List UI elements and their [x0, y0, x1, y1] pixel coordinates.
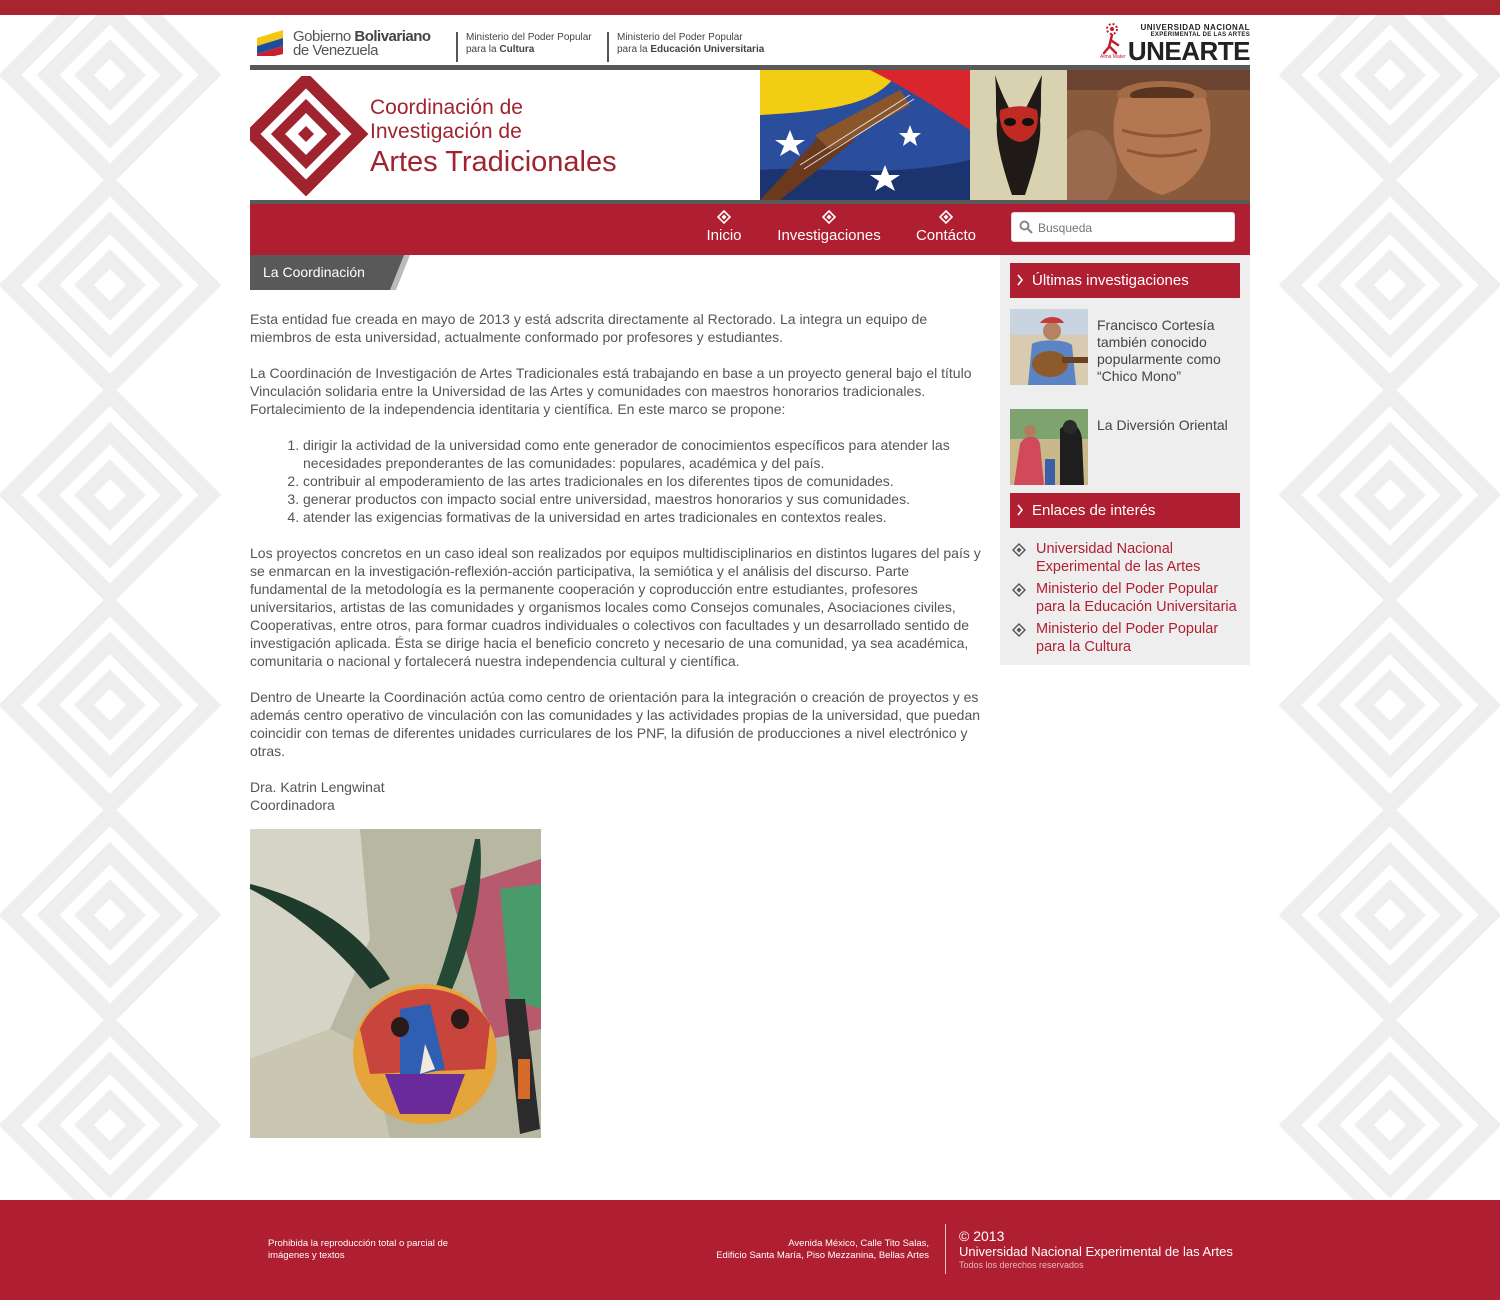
- paragraph-2: La Coordinación de Investigación de Arte…: [250, 365, 972, 417]
- gobierno-name: Gobierno Bolivariano de Venezuela: [293, 28, 431, 59]
- main-navigation: Inicio Investigaciones Contácto: [250, 204, 1250, 255]
- research-item[interactable]: La Diversión Oriental: [1010, 409, 1245, 485]
- right-diamond-pattern: [1250, 15, 1500, 1200]
- left-diamond-pattern: [0, 15, 250, 1200]
- diamond-icon: [822, 210, 836, 224]
- paragraph-3: Los proyectos concretos en un caso ideal…: [250, 545, 981, 669]
- research-item[interactable]: Francisco Cortesía también conocido popu…: [1010, 309, 1245, 385]
- search-input[interactable]: [1036, 217, 1230, 239]
- unearte-logo[interactable]: Alma Mater UNIVERSIDAD NACIONAL EXPERIME…: [1100, 21, 1251, 66]
- nav-label: Investigaciones: [777, 227, 881, 244]
- banner-photos: [760, 70, 1250, 200]
- painted-mask-photo: [250, 829, 541, 1138]
- address-line: Avenida México, Calle Tito Salas,: [788, 1238, 929, 1249]
- nav-item-inicio[interactable]: Inicio: [697, 210, 751, 245]
- diamond-icon: [939, 210, 953, 224]
- main-content: Esta entidad fue creada en mayo de 2013 …: [250, 310, 990, 814]
- unearte-wordmark: UNEARTE: [1127, 36, 1251, 66]
- list-item: atender las exigencias formativas de la …: [303, 508, 990, 526]
- objectives-list: dirigir la actividad de la universidad c…: [250, 436, 990, 526]
- footer-divider: [945, 1224, 946, 1274]
- sidebar-heading: Últimas investigaciones: [1032, 272, 1189, 289]
- address-line: Edificio Santa María, Piso Mezzanina, Be…: [716, 1250, 929, 1261]
- top-accent-bar: [0, 0, 1500, 15]
- sidebar: Últimas investigaciones Francisco Cortes…: [1000, 255, 1250, 665]
- link-label: Ministerio del Poder Popular para la Cul…: [1036, 621, 1219, 655]
- research-item-title: Francisco Cortesía también conocido popu…: [1097, 317, 1221, 384]
- page-container: Gobierno Bolivariano de Venezuela Minist…: [250, 15, 1251, 1200]
- signature-name: Dra. Katrin Lengwinat: [250, 779, 385, 795]
- research-item-title: La Diversión Oriental: [1097, 417, 1228, 433]
- chevron-right-icon: [1017, 274, 1024, 286]
- ministerio-cultura-label[interactable]: Ministerio del Poder Popular para la Cul…: [456, 32, 592, 62]
- search-icon: [1019, 220, 1033, 234]
- list-item: contribuir al empoderamiento de las arte…: [303, 472, 990, 490]
- list-item: generar productos con impacto social ent…: [303, 490, 990, 508]
- devil-mask-photo: [970, 70, 1067, 200]
- citat-diamond-logo-icon[interactable]: [250, 76, 370, 196]
- diamond-bullet-icon: [1012, 543, 1026, 557]
- research-thumbnail: [1010, 409, 1088, 485]
- latest-research-header: Últimas investigaciones: [1010, 263, 1240, 298]
- research-thumbnail: [1010, 309, 1088, 385]
- site-footer: Prohibida la reproducción total o parcia…: [0, 1200, 1500, 1300]
- government-header: Gobierno Bolivariano de Venezuela Minist…: [250, 15, 1251, 66]
- link-label: Ministerio del Poder Popular para la Edu…: [1036, 581, 1237, 615]
- copyright-block: © 2013 Universidad Nacional Experimental…: [959, 1228, 1233, 1271]
- flag-cuatro-photo: [760, 70, 970, 200]
- alma-mater-label: Alma Mater: [1100, 54, 1126, 60]
- unearte-line1: UNIVERSIDAD NACIONAL: [1140, 23, 1250, 32]
- section-title-tab: La Coordinación: [250, 255, 410, 290]
- copyright-year: © 2013: [959, 1228, 1005, 1244]
- diamond-bullet-icon: [1012, 583, 1026, 597]
- rights-notice: Prohibida la reproducción total o parcia…: [268, 1238, 449, 1261]
- search-box: [1011, 212, 1235, 242]
- nav-label: Inicio: [706, 227, 742, 244]
- diamond-icon: [717, 210, 731, 224]
- nav-label: Contácto: [915, 227, 977, 244]
- site-title[interactable]: Coordinación de Investigación de Artes T…: [370, 96, 617, 180]
- link-label: Universidad Nacional Experimental de las…: [1036, 541, 1201, 575]
- clay-pot-photo: [1067, 70, 1250, 200]
- paragraph-1: Esta entidad fue creada en mayo de 2013 …: [250, 311, 928, 345]
- gobierno-bolivariano-logo[interactable]: Gobierno Bolivariano de Venezuela: [255, 20, 455, 62]
- ministerio-educacion-label[interactable]: Ministerio del Poder Popular para la Edu…: [607, 32, 764, 62]
- nav-item-investigaciones[interactable]: Investigaciones: [774, 210, 884, 245]
- address: Avenida México, Calle Tito Salas, Edific…: [650, 1238, 929, 1262]
- diamond-bullet-icon: [1012, 623, 1026, 637]
- sidebar-heading: Enlaces de interés: [1032, 502, 1156, 519]
- paragraph-4: Dentro de Unearte la Coordinación actúa …: [250, 689, 981, 759]
- links-header: Enlaces de interés: [1010, 493, 1240, 528]
- chevron-right-icon: [1017, 504, 1024, 516]
- site-banner: Coordinación de Investigación de Artes T…: [250, 70, 1250, 200]
- venezuela-flag-icon: [257, 30, 283, 56]
- list-item: dirigir la actividad de la universidad c…: [303, 436, 990, 472]
- signature-role: Coordinadora: [250, 797, 335, 813]
- nav-item-contacto[interactable]: Contácto: [912, 210, 980, 245]
- section-title: La Coordinación: [263, 264, 365, 280]
- copyright-owner: Universidad Nacional Experimental de las…: [959, 1244, 1233, 1259]
- all-rights-reserved: Todos los derechos reservados: [959, 1260, 1084, 1270]
